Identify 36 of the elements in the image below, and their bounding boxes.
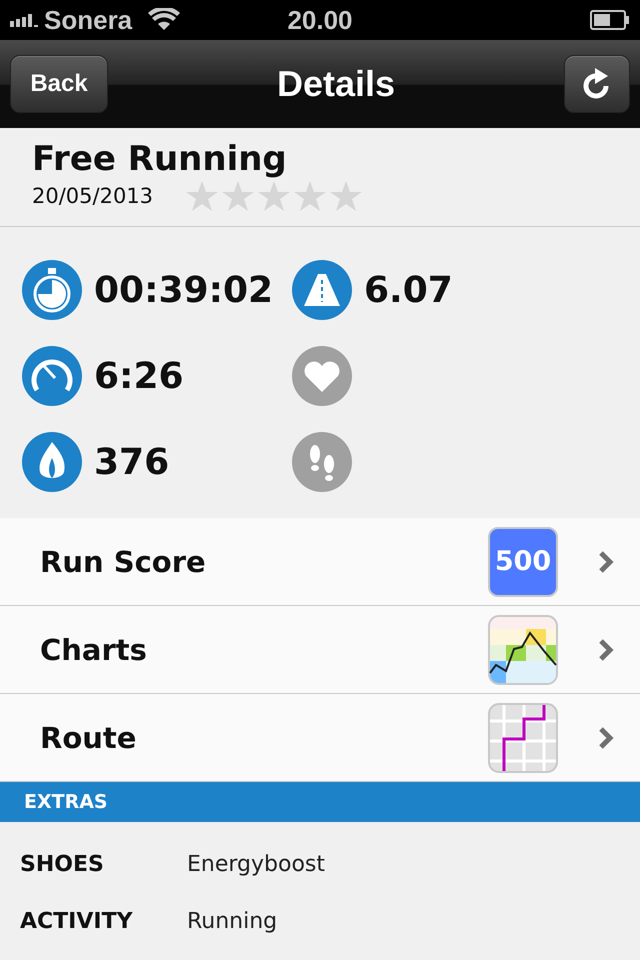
- row-label: Route: [40, 720, 138, 754]
- carrier-name: Sonera: [44, 4, 132, 36]
- row-label: Run Score: [40, 544, 207, 578]
- stat-value: 6.07: [364, 270, 453, 310]
- section-header: EXTRAS: [0, 782, 640, 822]
- stat-value: 6:26: [94, 356, 184, 396]
- workout-name: Free Running: [32, 138, 288, 180]
- route-thumbnail-icon: [488, 702, 558, 772]
- workout-date: 20/05/2013: [32, 184, 154, 208]
- battery-icon: [590, 10, 630, 30]
- back-button[interactable]: Back: [10, 55, 108, 113]
- menu-row[interactable]: Charts: [0, 606, 640, 694]
- field-label: ACTIVITY: [20, 909, 134, 934]
- star-icon[interactable]: [329, 180, 364, 212]
- field-label: SHOES: [20, 852, 105, 877]
- score-badge: 500: [488, 526, 558, 596]
- field-value: Running: [187, 909, 278, 934]
- chevron-icon: [598, 550, 614, 574]
- star-icon[interactable]: [221, 180, 256, 212]
- star-icon[interactable]: [293, 180, 328, 212]
- row-label: Charts: [40, 632, 148, 666]
- wifi-icon: [148, 8, 180, 32]
- star-icon[interactable]: [257, 180, 292, 212]
- chevron-icon: [598, 638, 614, 662]
- stat-value: 00:39:02: [94, 270, 274, 310]
- field-value: Energyboost: [187, 852, 325, 877]
- chart-thumbnail-icon: [488, 614, 558, 684]
- star-icon[interactable]: [185, 180, 220, 212]
- screen-title: Details: [276, 63, 396, 105]
- refresh-button[interactable]: [564, 55, 630, 113]
- chevron-icon: [598, 726, 614, 750]
- signal-icon: [10, 13, 38, 27]
- menu-row[interactable]: Route: [0, 694, 640, 782]
- menu-row[interactable]: Run Score 500: [0, 518, 640, 606]
- stat-value: 376: [94, 442, 170, 482]
- clock-time: 20.00: [287, 4, 353, 36]
